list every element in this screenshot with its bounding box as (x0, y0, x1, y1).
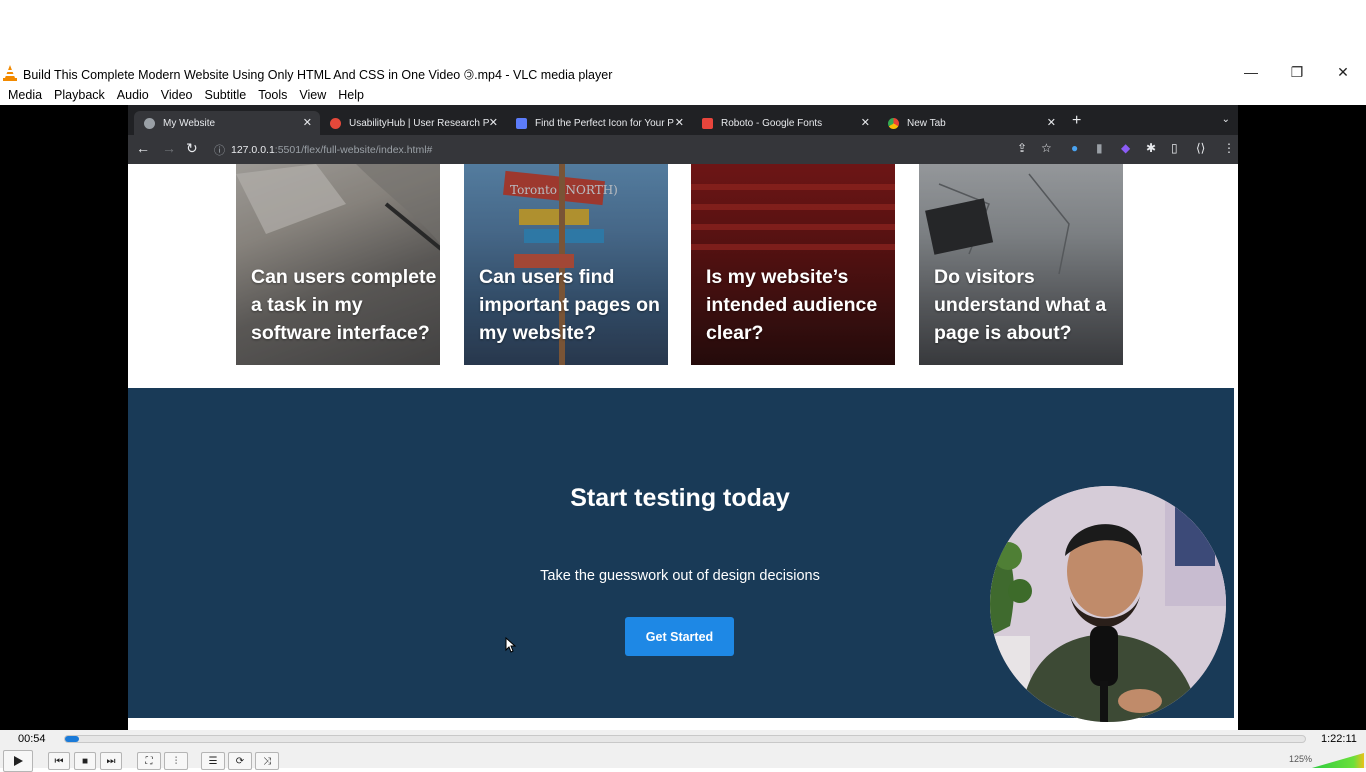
droplet-extension-icon: ● (1071, 141, 1079, 155)
reload-icon: ↻ (186, 140, 198, 156)
tab-close-icon: ✕ (302, 117, 312, 129)
card-text: Can users find important pages on my web… (479, 266, 660, 344)
card-text: Can users complete a task in my software… (251, 266, 437, 344)
stop-button[interactable]: ■ (74, 752, 96, 770)
menu-media[interactable]: Media (2, 88, 48, 102)
tab-close-icon: ✕ (674, 117, 684, 129)
star-icon: ☆ (1041, 141, 1052, 155)
globe-icon (144, 117, 155, 129)
skip-back-icon: ⏮ (54, 755, 64, 767)
kebab-menu-icon: ⋮ (1223, 141, 1235, 155)
card-page-about: Do visitors understand what a page is ab… (919, 164, 1123, 365)
maximize-button[interactable]: ❐ (1274, 58, 1320, 86)
tab-label: Find the Perfect Icon for Your P (535, 117, 674, 129)
tab-close-icon: ✕ (1046, 117, 1056, 129)
play-icon (14, 756, 23, 766)
menu-audio[interactable]: Audio (111, 88, 155, 102)
window-title: Build This Complete Modern Website Using… (23, 67, 613, 82)
tab-label: UsabilityHub | User Research P (349, 117, 489, 129)
url-host: 127.0.0.1 (231, 143, 275, 156)
chrome-icon (888, 117, 899, 129)
tab-close-icon: ✕ (860, 117, 870, 129)
tab-label: My Website (163, 117, 216, 129)
card-software-task: Can users complete a task in my software… (236, 164, 440, 365)
fullscreen-button[interactable]: ⛶ (137, 752, 161, 770)
menu-bar: Media Playback Audio Video Subtitle Tool… (0, 84, 1366, 105)
total-time: 1:22:11 (1321, 733, 1357, 745)
tab-search-chevron-icon: ⌄ (1221, 114, 1230, 125)
address-bar: ⓘ 127.0.0.1 :5501/flex/full-website/inde… (214, 139, 1004, 160)
close-button[interactable]: ✕ (1320, 58, 1366, 86)
browser-toolbar: ← → ↻ ⓘ 127.0.0.1 :5501/flex/full-websit… (128, 135, 1238, 164)
sidebar-icon: ▯ (1171, 141, 1178, 155)
video-area[interactable]: My Website ✕ UsabilityHub | User Researc… (0, 105, 1366, 730)
volume-slider[interactable] (1312, 753, 1364, 768)
minimize-button[interactable]: — (1228, 58, 1274, 86)
next-button[interactable]: ⏭ (100, 752, 122, 770)
menu-video[interactable]: Video (155, 88, 199, 102)
volume-label: 125% (1289, 754, 1313, 764)
tab-label: Roboto - Google Fonts (721, 117, 823, 129)
menu-subtitle[interactable]: Subtitle (199, 88, 253, 102)
browser-tab-usabilityhub: UsabilityHub | User Research P ✕ (320, 111, 506, 135)
extension-icon: ▮ (1096, 141, 1103, 155)
new-tab-plus-icon: + (1072, 112, 1082, 129)
purple-extension-icon: ◆ (1121, 141, 1131, 155)
shuffle-button[interactable]: ⤨ (255, 752, 279, 770)
card-audience: Is my website’s intended audience clear? (691, 164, 895, 365)
tab-label: New Tab (907, 117, 946, 129)
window-titlebar: Build This Complete Modern Website Using… (0, 62, 1366, 84)
browser-tab-my-website: My Website ✕ (134, 111, 320, 135)
loop-button[interactable]: ⟳ (228, 752, 252, 770)
get-started-button: Get Started (625, 617, 734, 656)
browser-tabstrip: My Website ✕ UsabilityHub | User Researc… (128, 105, 1238, 135)
card-text: Is my website’s intended audience clear? (706, 266, 878, 344)
playlist-button[interactable]: ☰ (201, 752, 225, 770)
browser-tab-new: New Tab ✕ (878, 111, 1064, 135)
loop-icon: ⟳ (235, 755, 245, 767)
mouse-cursor-icon (505, 637, 517, 653)
info-icon: ⓘ (214, 144, 225, 157)
skip-forward-icon: ⏭ (106, 755, 116, 767)
vlc-cone-icon (3, 65, 17, 81)
play-button[interactable] (3, 750, 33, 772)
stop-icon: ■ (81, 755, 89, 767)
google-fonts-icon (702, 117, 713, 129)
forward-arrow-icon: → (162, 140, 176, 156)
menu-view[interactable]: View (293, 88, 332, 102)
equalizer-icon: ⫶ (174, 755, 178, 767)
tab-close-icon: ✕ (488, 117, 498, 129)
previous-button[interactable]: ⏮ (48, 752, 70, 770)
top-blank-area (0, 0, 1366, 62)
fullscreen-icon: ⛶ (145, 755, 153, 767)
extended-settings-button[interactable]: ⫶ (164, 752, 188, 770)
card-text: Do visitors understand what a page is ab… (934, 266, 1107, 344)
browser-tab-icons: Find the Perfect Icon for Your P ✕ (506, 111, 692, 135)
menu-help[interactable]: Help (332, 88, 370, 102)
menu-playback[interactable]: Playback (48, 88, 111, 102)
browser-tab-roboto: Roboto - Google Fonts ✕ (692, 111, 878, 135)
seek-slider[interactable] (64, 735, 1306, 743)
seek-progress-fill (65, 736, 79, 742)
seek-row: 00:54 1:22:11 (0, 730, 1366, 750)
playback-controls: ⏮ ■ ⏭ ⛶ ⫶ ☰ ⟳ ⤨ 125% (0, 750, 1366, 772)
webcam-overlay (990, 486, 1226, 722)
playlist-icon: ☰ (208, 755, 218, 767)
menu-tools[interactable]: Tools (252, 88, 293, 102)
card-find-pages: Toronto (NORTH) Can users find important… (464, 164, 668, 365)
presenter-image (990, 486, 1226, 722)
elapsed-time: 00:54 (18, 733, 46, 745)
shuffle-icon: ⤨ (263, 755, 271, 767)
flag-icon (516, 117, 527, 129)
back-arrow-icon: ← (136, 140, 150, 156)
url-path: :5501/flex/full-website/index.html# (274, 143, 433, 156)
puzzle-icon: ✱ (1146, 141, 1157, 155)
share-icon: ⇪ (1017, 141, 1028, 155)
usabilityhub-favicon-icon (330, 117, 341, 129)
code-icon: ⟨⟩ (1196, 141, 1206, 155)
